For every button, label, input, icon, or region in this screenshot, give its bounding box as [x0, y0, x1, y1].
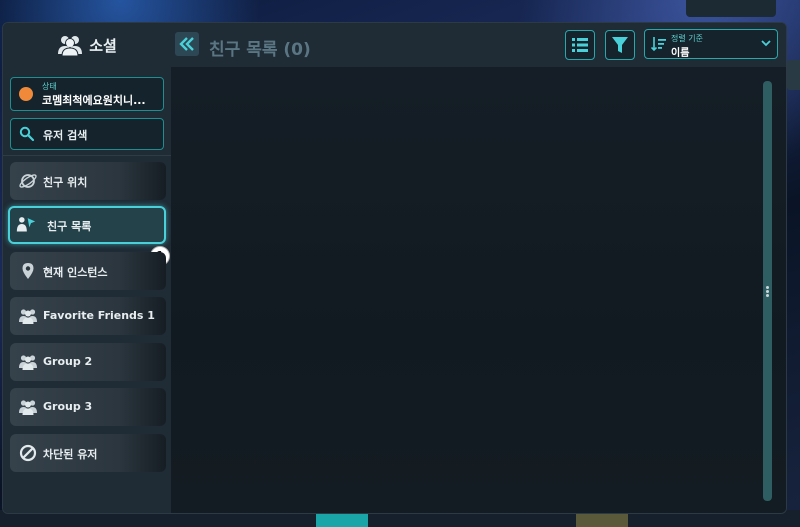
- sidebar-item-label: Favorite Friends 1: [43, 309, 155, 322]
- list-view-icon: [572, 38, 588, 52]
- sort-icon: [651, 37, 666, 52]
- sidebar-header: 소셜: [3, 23, 171, 67]
- planet-icon: [19, 174, 37, 188]
- user-search-button[interactable]: 유저 검색: [10, 118, 164, 150]
- sidebar: 소셜 상태 코멤최척에요원치니... 유저 검색 친구 위치 친구 목록 현재 …: [3, 23, 171, 513]
- resize-handle-icon[interactable]: [766, 285, 770, 298]
- search-icon: [19, 126, 35, 142]
- sidebar-item-group-2[interactable]: Group 2: [10, 343, 166, 381]
- bottom-dock-tile[interactable]: [576, 513, 628, 527]
- sidebar-item-friend-locations[interactable]: 친구 위치: [10, 162, 166, 200]
- status-selector[interactable]: 상태 코멤최척에요원치니...: [10, 77, 164, 111]
- double-chevron-left-icon: [179, 37, 194, 51]
- collapse-sidebar-button[interactable]: [175, 32, 199, 56]
- location-pin-icon: [22, 263, 34, 279]
- social-window: 소셜 상태 코멤최척에요원치니... 유저 검색 친구 위치 친구 목록 현재 …: [2, 22, 787, 514]
- filter-icon: [612, 37, 628, 53]
- sidebar-divider: [3, 155, 171, 156]
- sidebar-item-label: 친구 목록: [47, 220, 92, 233]
- top-hud-corner: [686, 0, 776, 17]
- friends-cursor-icon: [16, 217, 36, 232]
- status-label: 상태: [42, 82, 57, 91]
- sidebar-item-label: 현재 인스턴스: [43, 266, 108, 279]
- content-header: 친구 목록 (0) 정렬 기준 이름: [171, 23, 786, 67]
- sidebar-item-label: Group 3: [43, 400, 93, 413]
- group-icon: [19, 355, 37, 370]
- status-dot-icon: [19, 87, 33, 101]
- side-edge-tab[interactable]: [787, 60, 800, 90]
- friend-list-area: [171, 67, 786, 513]
- chevron-down-icon: [761, 40, 771, 47]
- sort-value: 이름: [671, 48, 690, 59]
- sidebar-item-label: 차단된 유저: [43, 448, 98, 461]
- sort-dropdown[interactable]: 정렬 기준 이름: [644, 29, 778, 59]
- group-icon: [19, 400, 37, 415]
- sort-label: 정렬 기준: [671, 34, 703, 43]
- people-icon: [58, 36, 83, 56]
- group-icon: [19, 309, 37, 324]
- sidebar-title: 소셜: [89, 36, 117, 55]
- list-view-button[interactable]: [565, 30, 595, 60]
- user-search-label: 유저 검색: [43, 129, 88, 142]
- sidebar-item-label: Group 2: [43, 355, 93, 368]
- sidebar-item-current-instance[interactable]: 현재 인스턴스: [10, 252, 166, 290]
- sidebar-item-blocked-users[interactable]: 차단된 유저: [10, 434, 166, 472]
- filter-button[interactable]: [605, 30, 635, 60]
- status-value: 코멤최척에요원치니...: [42, 94, 146, 107]
- sidebar-item-favorite-friends-1[interactable]: Favorite Friends 1: [10, 297, 166, 335]
- sidebar-item-friend-list[interactable]: 친구 목록: [8, 206, 166, 244]
- block-icon: [19, 444, 37, 462]
- sidebar-item-label: 친구 위치: [43, 176, 88, 189]
- sidebar-item-group-3[interactable]: Group 3: [10, 388, 166, 426]
- bottom-dock-tile-active[interactable]: [316, 513, 368, 527]
- page-title: 친구 목록 (0): [209, 40, 311, 60]
